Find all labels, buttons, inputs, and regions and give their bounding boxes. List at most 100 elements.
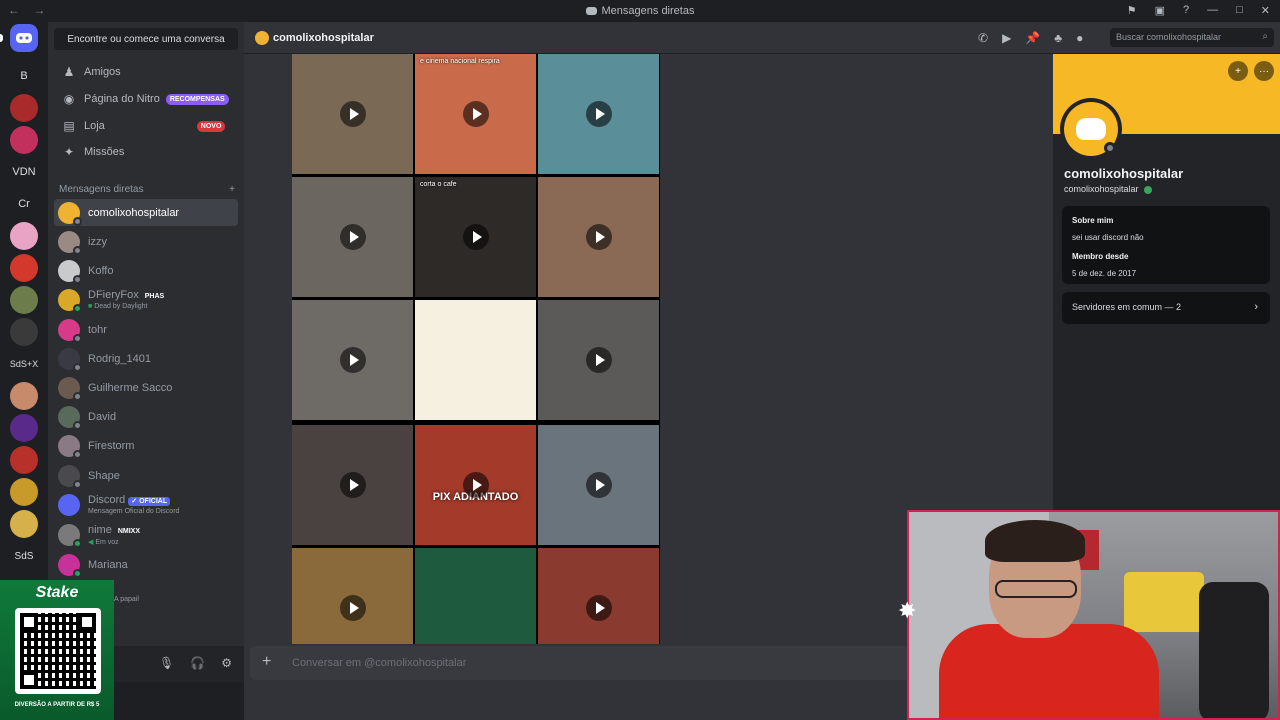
video-tile[interactable] bbox=[292, 54, 413, 174]
dm-item[interactable]: Mariana bbox=[54, 551, 238, 578]
server-purple[interactable] bbox=[10, 414, 38, 442]
add-friend-icon[interactable]: + bbox=[1228, 61, 1248, 81]
play-icon[interactable] bbox=[339, 595, 366, 621]
guild-tag: PHAS bbox=[141, 292, 168, 301]
server-food[interactable] bbox=[10, 382, 38, 410]
voice-call-icon[interactable]: ✆ bbox=[978, 31, 988, 45]
video-tile[interactable] bbox=[292, 548, 413, 644]
screen-icon[interactable]: ▣ bbox=[1155, 4, 1165, 17]
play-icon[interactable] bbox=[462, 224, 489, 250]
video-tile[interactable] bbox=[292, 425, 413, 545]
mutual-servers-button[interactable]: Servidores em comum — 2 › bbox=[1062, 292, 1270, 324]
badge-icon bbox=[1143, 185, 1152, 194]
dm-activity: ■ Dead by Daylight bbox=[88, 303, 167, 310]
webcam-chair bbox=[1199, 582, 1269, 718]
server-orange[interactable] bbox=[10, 254, 38, 282]
dm-item[interactable]: Shape bbox=[54, 462, 238, 489]
server-b-label: B bbox=[20, 70, 28, 82]
play-icon[interactable] bbox=[585, 472, 612, 498]
friends-icon: ♟ bbox=[63, 65, 75, 79]
minimize-icon[interactable]: — bbox=[1207, 4, 1218, 17]
server-gold[interactable] bbox=[10, 478, 38, 506]
video-tile[interactable]: e cinema nacional respira bbox=[415, 54, 536, 174]
server-red-2[interactable] bbox=[10, 446, 38, 474]
play-icon[interactable] bbox=[339, 347, 366, 373]
close-icon[interactable]: ✕ bbox=[1261, 4, 1270, 17]
server-pink[interactable] bbox=[10, 126, 38, 154]
dm-partial-activity: A papail bbox=[114, 596, 139, 603]
dm-item[interactable]: Discord ✓ OFICIAL Mensagem Oficial do Dis… bbox=[54, 491, 238, 518]
microphone-icon[interactable]: 🎙 bbox=[159, 656, 174, 670]
video-tile[interactable]: PIX ADIANTADO bbox=[415, 425, 536, 545]
dm-item[interactable]: DFieryFox PHAS ■ Dead by Daylight bbox=[54, 286, 238, 313]
play-icon[interactable] bbox=[339, 224, 366, 250]
user-profile-icon[interactable]: ● bbox=[1076, 31, 1083, 45]
server-sds-x[interactable]: SdS+X bbox=[10, 350, 38, 378]
pin-icon[interactable]: 📌 bbox=[1025, 31, 1040, 45]
server-red[interactable] bbox=[10, 94, 38, 122]
nitro-icon: ◉ bbox=[63, 92, 75, 106]
official-badge: ✓ OFICIAL bbox=[128, 497, 171, 506]
rewards-badge: RECOMPENSAS bbox=[165, 93, 229, 105]
nav-nitro[interactable]: ◉ Página do Nitro RECOMPENSAS bbox=[56, 87, 236, 111]
play-icon[interactable] bbox=[462, 472, 489, 498]
create-dm-plus-icon[interactable]: + bbox=[229, 184, 235, 195]
upload-plus-icon[interactable]: + bbox=[262, 653, 271, 671]
maximize-icon[interactable]: □ bbox=[1236, 4, 1243, 17]
find-conversation-button[interactable]: Encontre ou comece uma conversa bbox=[54, 28, 238, 50]
dm-item[interactable]: nime NMIXX ◀ Em voz bbox=[54, 521, 238, 548]
video-tile[interactable] bbox=[292, 300, 413, 420]
video-tile[interactable] bbox=[538, 425, 659, 545]
dm-item[interactable]: David bbox=[54, 403, 238, 430]
status-dot bbox=[73, 274, 82, 284]
image-tile[interactable] bbox=[415, 300, 536, 420]
nav-quests[interactable]: ✦ Missões bbox=[56, 140, 236, 164]
video-tile[interactable] bbox=[292, 177, 413, 297]
play-icon[interactable] bbox=[339, 472, 366, 498]
avatar bbox=[58, 405, 82, 430]
play-icon[interactable] bbox=[339, 101, 366, 127]
server-sds[interactable]: SdS bbox=[10, 542, 38, 570]
message-composer[interactable]: + Conversar em @comolixohospitalar bbox=[250, 646, 910, 680]
settings-gear-icon[interactable]: ⚙ bbox=[221, 656, 232, 670]
video-call-icon[interactable]: ▶ bbox=[1002, 31, 1011, 45]
server-cr[interactable]: Cr bbox=[10, 190, 38, 218]
video-tile[interactable] bbox=[538, 548, 659, 644]
dm-item[interactable]: Rodrig_1401 bbox=[54, 345, 238, 372]
server-vdn[interactable]: VDN bbox=[10, 158, 38, 186]
play-icon[interactable] bbox=[585, 101, 612, 127]
play-icon[interactable] bbox=[585, 347, 612, 373]
play-icon[interactable] bbox=[585, 595, 612, 621]
home-button[interactable] bbox=[10, 24, 38, 52]
server-bunny[interactable] bbox=[10, 222, 38, 250]
more-options-icon[interactable]: ··· bbox=[1254, 61, 1274, 81]
dm-item[interactable]: izzy bbox=[54, 228, 238, 255]
video-tile[interactable] bbox=[538, 177, 659, 297]
dm-item[interactable]: Firestorm bbox=[54, 432, 238, 459]
headphones-icon[interactable]: 🎧 bbox=[190, 656, 205, 670]
video-tile[interactable]: corta o cafe bbox=[415, 177, 536, 297]
play-icon[interactable] bbox=[585, 224, 612, 250]
nav-friends[interactable]: ♟ Amigos bbox=[56, 60, 236, 84]
qr-pattern bbox=[20, 613, 96, 689]
server-b[interactable]: B bbox=[10, 62, 38, 90]
dm-header-label: Mensagens diretas bbox=[59, 184, 144, 195]
video-tile[interactable] bbox=[538, 300, 659, 420]
dm-item[interactable]: Koffo bbox=[54, 257, 238, 284]
add-friends-to-dm-icon[interactable]: ♣ bbox=[1054, 31, 1062, 45]
help-icon[interactable]: ? bbox=[1183, 4, 1189, 17]
dm-item[interactable]: tohr bbox=[54, 316, 238, 343]
server-green[interactable] bbox=[10, 286, 38, 314]
play-icon[interactable] bbox=[462, 101, 489, 127]
dm-item[interactable]: comolixohospitalar bbox=[54, 199, 238, 226]
video-tile[interactable] bbox=[538, 54, 659, 174]
nav-shop[interactable]: ▤ Loja NOVO bbox=[56, 114, 236, 138]
chat-search-input[interactable]: Buscar comolixohospitalar ⌕ bbox=[1110, 28, 1274, 47]
server-cinema[interactable] bbox=[10, 318, 38, 346]
dm-item[interactable]: Guilherme Sacco bbox=[54, 374, 238, 401]
server-yellow[interactable] bbox=[10, 510, 38, 538]
voice-icon: ◀ bbox=[88, 538, 94, 546]
inbox-flag-icon[interactable]: ⚑ bbox=[1127, 4, 1137, 17]
image-tile[interactable] bbox=[415, 548, 536, 644]
discord-icon bbox=[585, 7, 597, 16]
